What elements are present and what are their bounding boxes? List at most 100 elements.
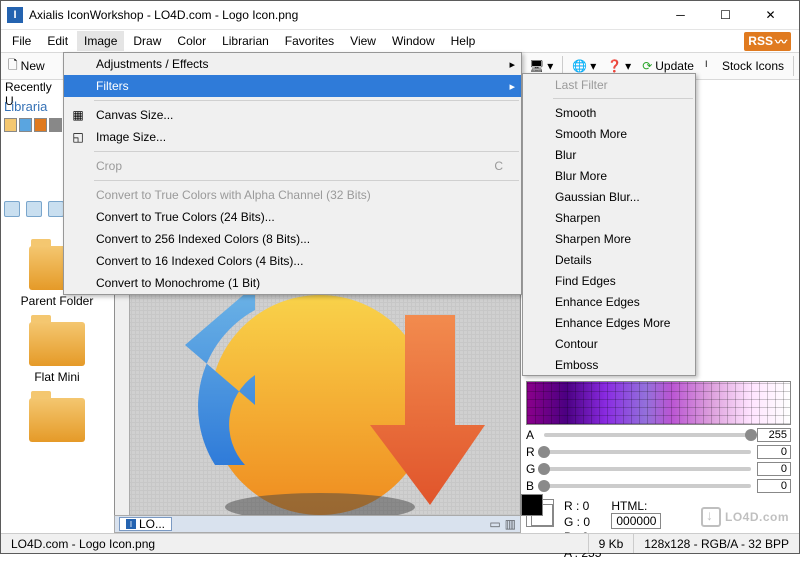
filter-smooth[interactable]: Smooth	[523, 102, 695, 123]
canvas-icon: ▦	[64, 104, 92, 126]
tool-1[interactable]	[4, 201, 20, 217]
app-icon: I	[7, 7, 23, 23]
menu-item-conv-4[interactable]: Convert to 16 Indexed Colors (4 Bits)...	[64, 250, 521, 272]
filter-gaussian[interactable]: Gaussian Blur...	[523, 186, 695, 207]
slider-r[interactable]: R0	[526, 445, 791, 459]
color-swatches[interactable]	[526, 381, 791, 425]
folder-icon	[29, 322, 85, 366]
menu-item-conv-1[interactable]: Convert to Monochrome (1 Bit)	[64, 272, 521, 294]
menu-item-adjustments[interactable]: Adjustments / Effects	[64, 53, 521, 75]
menu-file[interactable]: File	[5, 31, 38, 51]
slider-value[interactable]: 255	[757, 428, 791, 442]
stock-icon: I	[705, 59, 719, 73]
filter-blur[interactable]: Blur	[523, 144, 695, 165]
menu-image[interactable]: Image	[77, 31, 124, 51]
filter-last: Last Filter	[523, 74, 695, 95]
filter-sharpen[interactable]: Sharpen	[523, 207, 695, 228]
menu-item-conv-8[interactable]: Convert to 256 Indexed Colors (8 Bits)..…	[64, 228, 521, 250]
parent-folder-label: Parent Folder	[7, 294, 107, 308]
color-preview[interactable]	[526, 499, 554, 527]
filter-enhance-edges[interactable]: Enhance Edges	[523, 291, 695, 312]
help-icon: ❓	[607, 59, 622, 73]
ribbon-item[interactable]	[7, 398, 107, 442]
status-size: 9 Kb	[588, 534, 634, 553]
menu-item-canvas-size[interactable]: ▦Canvas Size...	[64, 104, 521, 126]
tool-3[interactable]	[48, 201, 64, 217]
lib-icon-1[interactable]	[4, 118, 17, 132]
menu-item-image-size[interactable]: ◱Image Size...	[64, 126, 521, 148]
slider-track[interactable]	[544, 433, 751, 437]
filter-contour[interactable]: Contour	[523, 333, 695, 354]
slider-value[interactable]: 0	[757, 479, 791, 493]
slider-knob[interactable]	[538, 463, 550, 475]
slider-g[interactable]: G0	[526, 462, 791, 476]
logo-image	[155, 275, 485, 525]
librarian-title: Libraria	[4, 97, 62, 116]
menu-window[interactable]: Window	[385, 31, 442, 51]
document-tabbar: ILO... ▭ ▥	[114, 515, 521, 533]
status-file: LO4D.com - Logo Icon.png	[1, 534, 588, 553]
slider-value[interactable]: 0	[757, 445, 791, 459]
menu-color[interactable]: Color	[170, 31, 213, 51]
filters-submenu: Last Filter Smooth Smooth More Blur Blur…	[522, 73, 696, 376]
menu-view[interactable]: View	[343, 31, 383, 51]
flat-mini-item[interactable]: Flat Mini	[7, 322, 107, 384]
html-color-value[interactable]: 000000	[611, 513, 661, 529]
new-label: New	[21, 59, 45, 73]
lib-icon-4[interactable]	[49, 118, 62, 132]
menu-help[interactable]: Help	[444, 31, 483, 51]
librarian-panel: Libraria	[4, 97, 62, 134]
watermark: LO4D.com	[701, 507, 789, 527]
status-bar: LO4D.com - Logo Icon.png 9 Kb 128x128 - …	[1, 533, 799, 553]
close-button[interactable]: ✕	[748, 1, 793, 30]
slider-knob[interactable]	[538, 446, 550, 458]
filter-smooth-more[interactable]: Smooth More	[523, 123, 695, 144]
slider-track[interactable]	[544, 467, 751, 471]
filter-find-edges[interactable]: Find Edges	[523, 270, 695, 291]
tool-2[interactable]	[26, 201, 42, 217]
slider-value[interactable]: 0	[757, 462, 791, 476]
image-menu-dropdown: Adjustments / Effects Filters ▦Canvas Si…	[63, 52, 522, 295]
document-tab[interactable]: ILO...	[119, 517, 172, 531]
slider-label: R	[526, 445, 538, 459]
slider-track[interactable]	[544, 484, 751, 488]
menu-edit[interactable]: Edit	[40, 31, 75, 51]
slider-b[interactable]: B0	[526, 479, 791, 493]
lib-icon-2[interactable]	[19, 118, 32, 132]
slider-a[interactable]: A255	[526, 428, 791, 442]
menu-favorites[interactable]: Favorites	[278, 31, 341, 51]
menu-librarian[interactable]: Librarian	[215, 31, 276, 51]
menu-item-conv-24[interactable]: Convert to True Colors (24 Bits)...	[64, 206, 521, 228]
stock-icons-button[interactable]: IStock Icons	[701, 57, 788, 75]
menu-bar: File Edit Image Draw Color Librarian Fav…	[1, 30, 799, 52]
monitor-icon: 🖥	[529, 59, 544, 73]
slider-track[interactable]	[544, 450, 751, 454]
slider-knob[interactable]	[538, 480, 550, 492]
filter-blur-more[interactable]: Blur More	[523, 165, 695, 186]
update-icon: ⟳	[642, 59, 652, 73]
menu-item-filters[interactable]: Filters	[64, 75, 521, 97]
new-icon: 🗋	[8, 56, 18, 77]
filter-details[interactable]: Details	[523, 249, 695, 270]
new-button[interactable]: 🗋 New	[4, 54, 49, 79]
download-icon	[701, 507, 721, 527]
window-title: Axialis IconWorkshop - LO4D.com - Logo I…	[29, 8, 658, 22]
menu-item-crop: CropC	[64, 155, 521, 177]
minimize-button[interactable]: ─	[658, 1, 703, 30]
slider-knob[interactable]	[745, 429, 757, 441]
html-color: HTML: 000000	[611, 499, 661, 529]
image-size-icon: ◱	[64, 126, 92, 148]
rss-badge[interactable]: RSS〰	[744, 32, 791, 51]
title-bar: I Axialis IconWorkshop - LO4D.com - Logo…	[1, 1, 799, 30]
menu-draw[interactable]: Draw	[126, 31, 168, 51]
maximize-button[interactable]: ☐	[703, 1, 748, 30]
filter-emboss[interactable]: Emboss	[523, 354, 695, 375]
slider-label: G	[526, 462, 538, 476]
filter-enhance-edges-more[interactable]: Enhance Edges More	[523, 312, 695, 333]
globe-icon: 🌐	[572, 59, 587, 73]
slider-label: B	[526, 479, 538, 493]
lib-icon-3[interactable]	[34, 118, 47, 132]
filter-sharpen-more[interactable]: Sharpen More	[523, 228, 695, 249]
tab-tile-icon[interactable]: ▥	[505, 517, 516, 531]
tab-cascade-icon[interactable]: ▭	[489, 517, 500, 531]
